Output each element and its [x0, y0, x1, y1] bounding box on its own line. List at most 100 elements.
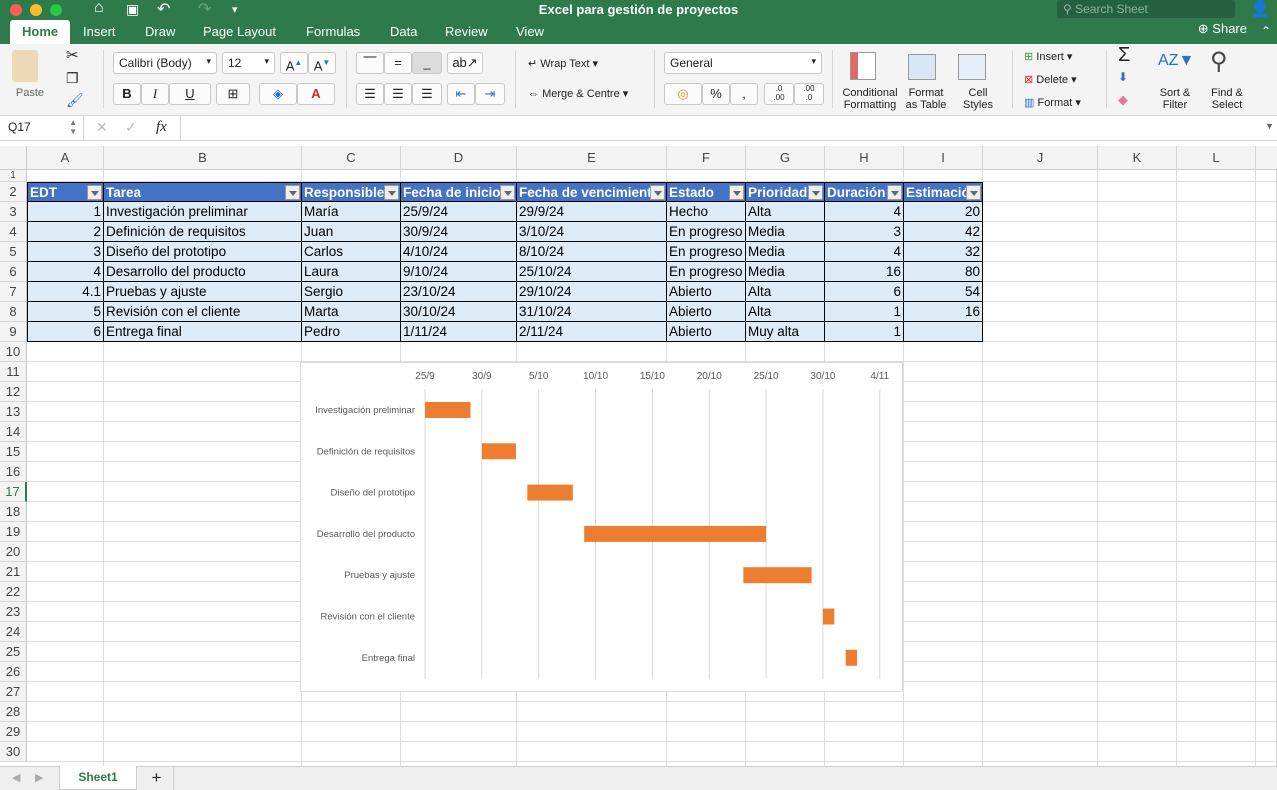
decrease-indent-button[interactable]: ⇤	[447, 83, 475, 105]
row-header-29[interactable]: 29	[0, 722, 27, 742]
format-as-table-icon[interactable]	[908, 54, 936, 80]
row-header-21[interactable]: 21	[0, 562, 27, 582]
row-header-24[interactable]: 24	[0, 622, 27, 642]
tab-home[interactable]: Home	[10, 20, 71, 44]
table-cell[interactable]: 2/11/24	[517, 322, 667, 342]
table-cell[interactable]: 5	[27, 302, 104, 322]
row-header-16[interactable]: 16	[0, 462, 27, 482]
formula-input[interactable]	[180, 116, 1270, 140]
table-header-cell[interactable]: Estado	[667, 182, 746, 202]
table-cell[interactable]: Media	[746, 262, 825, 282]
sheet-tab-sheet1[interactable]: Sheet1	[59, 766, 137, 790]
table-cell[interactable]: Abierto	[667, 282, 746, 302]
filter-dropdown-button[interactable]	[285, 185, 300, 200]
row-header-4[interactable]: 4	[0, 222, 27, 242]
row-header-28[interactable]: 28	[0, 702, 27, 722]
search-sheet-input[interactable]: ⚲ Search Sheet	[1057, 0, 1235, 18]
accounting-format-button[interactable]: ◎	[664, 83, 702, 105]
table-header-cell[interactable]: Estimación	[904, 182, 983, 202]
row-header-26[interactable]: 26	[0, 662, 27, 682]
table-cell[interactable]: 6	[27, 322, 104, 342]
tab-page-layout[interactable]: Page Layout	[203, 20, 276, 44]
comma-style-button[interactable]: ,	[730, 83, 758, 105]
row-header-14[interactable]: 14	[0, 422, 27, 442]
merge-centre-button[interactable]: ⇔ Merge & Centre ▾	[528, 87, 628, 100]
table-cell[interactable]: Sergio	[302, 282, 401, 302]
table-cell[interactable]: Carlos	[302, 242, 401, 262]
row-header-27[interactable]: 27	[0, 682, 27, 702]
font-color-button[interactable]: A	[297, 83, 335, 105]
column-header-E[interactable]: E	[517, 146, 667, 170]
table-cell[interactable]: En progreso	[667, 222, 746, 242]
row-header-9[interactable]: 9	[0, 322, 27, 342]
table-cell[interactable]: En progreso	[667, 242, 746, 262]
format-cells-button[interactable]: ▥ Format ▾	[1024, 96, 1081, 109]
table-cell[interactable]: 29/10/24	[517, 282, 667, 302]
table-cell[interactable]: 23/10/24	[401, 282, 517, 302]
sort-filter-button[interactable]: Sort & Filter	[1152, 87, 1198, 111]
filter-dropdown-button[interactable]	[887, 185, 902, 200]
increase-decimal-button[interactable]: .0.00	[764, 83, 794, 105]
table-cell[interactable]: Hecho	[667, 202, 746, 222]
cell-styles-button[interactable]: Cell Styles	[955, 87, 1001, 111]
table-cell[interactable]: 4	[825, 242, 904, 262]
align-middle-button[interactable]: =	[384, 52, 412, 74]
insert-cells-button[interactable]: ⊞ Insert ▾	[1024, 50, 1072, 63]
column-header-J[interactable]: J	[983, 146, 1098, 170]
filter-dropdown-button[interactable]	[87, 185, 102, 200]
add-sheet-button[interactable]: +	[140, 767, 174, 790]
column-header-H[interactable]: H	[825, 146, 904, 170]
table-cell[interactable]: 16	[825, 262, 904, 282]
tab-review[interactable]: Review	[445, 20, 488, 44]
format-as-table-button[interactable]: Format as Table	[902, 87, 950, 111]
paste-button[interactable]: Paste	[10, 87, 50, 99]
filter-dropdown-button[interactable]	[384, 185, 399, 200]
table-cell[interactable]: 25/9/24	[401, 202, 517, 222]
tab-draw[interactable]: Draw	[145, 20, 175, 44]
format-painter-icon[interactable]: 🖌	[66, 92, 84, 109]
font-size-select[interactable]: 12 ▾	[222, 52, 275, 74]
table-cell[interactable]: 2	[27, 222, 104, 242]
tab-formulas[interactable]: Formulas	[306, 20, 360, 44]
row-header-10[interactable]: 10	[0, 342, 27, 362]
table-cell[interactable]: 1	[27, 202, 104, 222]
increase-indent-button[interactable]: ⇥	[475, 83, 505, 105]
filter-dropdown-button[interactable]	[729, 185, 744, 200]
orientation-button[interactable]: ab↗	[447, 52, 483, 74]
table-cell[interactable]: 30/10/24	[401, 302, 517, 322]
column-header-I[interactable]: I	[904, 146, 983, 170]
conditional-formatting-button[interactable]: Conditional Formatting	[838, 87, 902, 111]
row-header-12[interactable]: 12	[0, 382, 27, 402]
table-cell[interactable]: Revisión con el cliente	[104, 302, 302, 322]
clear-icon[interactable]: ◆	[1118, 92, 1128, 108]
table-cell[interactable]: 16	[904, 302, 983, 322]
table-cell[interactable]: Alta	[746, 302, 825, 322]
table-cell[interactable]: 3	[825, 222, 904, 242]
number-format-select[interactable]: General ▾	[664, 52, 822, 74]
row-header-17[interactable]: 17	[0, 482, 27, 502]
insert-function-button[interactable]: fx	[156, 119, 167, 136]
table-cell[interactable]: Muy alta	[746, 322, 825, 342]
filter-dropdown-button[interactable]	[808, 185, 823, 200]
filter-dropdown-button[interactable]	[650, 185, 665, 200]
collapse-ribbon-icon[interactable]: ⌃	[1261, 24, 1271, 38]
table-cell[interactable]: Alta	[746, 202, 825, 222]
table-cell[interactable]: 1	[825, 322, 904, 342]
row-header-23[interactable]: 23	[0, 602, 27, 622]
find-icon[interactable]: ⚲	[1210, 47, 1228, 76]
tab-insert[interactable]: Insert	[83, 20, 116, 44]
tab-view[interactable]: View	[516, 20, 544, 44]
cancel-icon[interactable]: ✕	[96, 119, 108, 136]
expand-formula-bar-icon[interactable]: ▼	[1265, 121, 1274, 131]
table-cell[interactable]: Pruebas y ajuste	[104, 282, 302, 302]
italic-button[interactable]: I	[141, 83, 169, 105]
table-cell[interactable]: 3/10/24	[517, 222, 667, 242]
name-box[interactable]: Q17 ▲ ▼	[0, 116, 84, 140]
row-header-19[interactable]: 19	[0, 522, 27, 542]
row-header-13[interactable]: 13	[0, 402, 27, 422]
borders-button[interactable]: ⊞	[216, 83, 250, 105]
table-header-cell[interactable]: Fecha de vencimiento	[517, 182, 667, 202]
table-cell[interactable]: Abierto	[667, 322, 746, 342]
table-header-cell[interactable]: Duración	[825, 182, 904, 202]
table-cell[interactable]: 25/10/24	[517, 262, 667, 282]
